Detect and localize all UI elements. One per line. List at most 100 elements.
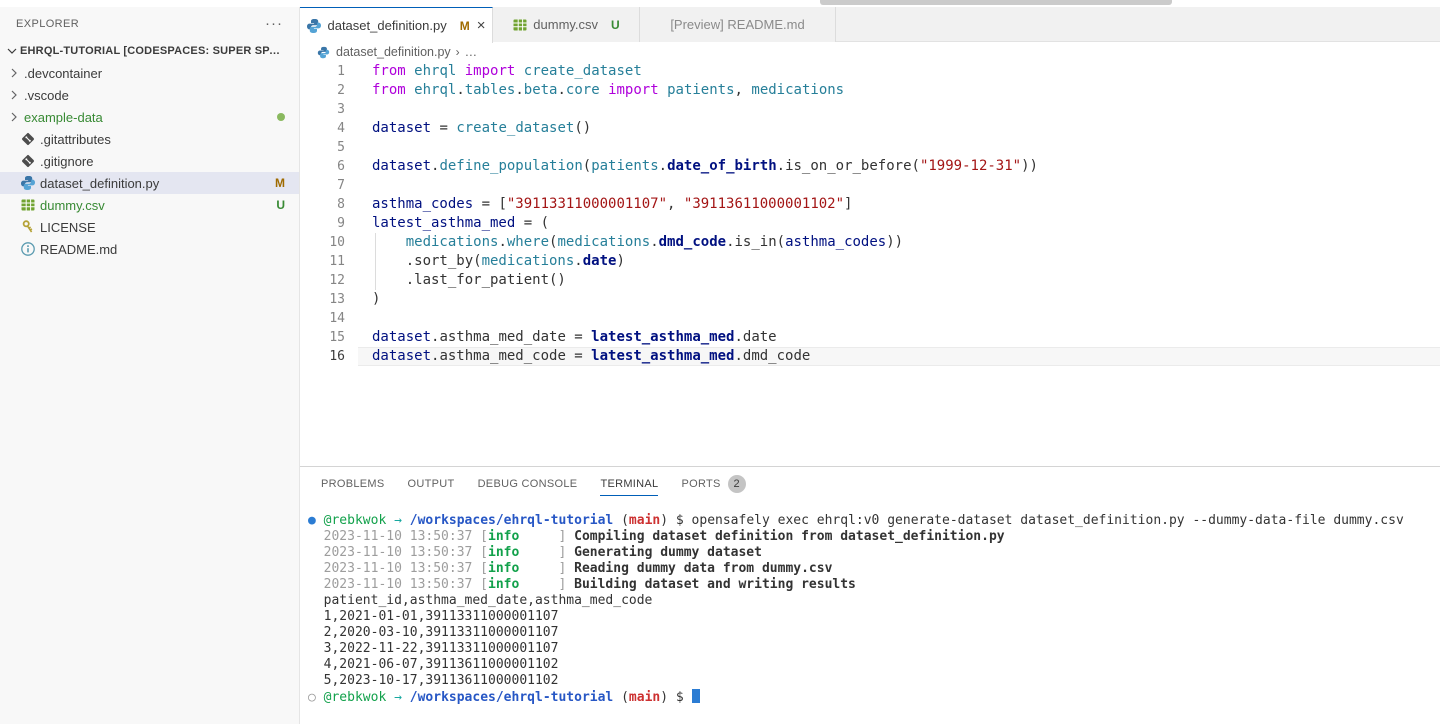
line-number: 3 — [300, 100, 345, 119]
terminal-line: 2,2020-03-10,39113311000001107 — [308, 625, 1440, 641]
line-number: 2 — [300, 81, 345, 100]
panel-tab-label: PROBLEMS — [321, 478, 385, 490]
terminal-line: 4,2021-06-07,39113611000001102 — [308, 657, 1440, 673]
code-line-8[interactable]: 8asthma_codes = ["39113311000001107", "3… — [300, 195, 1440, 214]
git-icon — [20, 131, 36, 147]
breadcrumb-file[interactable]: dataset_definition.py — [336, 45, 451, 59]
breadcrumb[interactable]: dataset_definition.py › … — [300, 42, 1440, 62]
panel-tab-ports[interactable]: PORTS2 — [681, 467, 745, 500]
tab--preview-readme-md[interactable]: [Preview] README.md — [640, 7, 836, 42]
git-status-badge: U — [611, 18, 620, 32]
code-text: medications.where(medications.dmd_code.i… — [358, 233, 1440, 252]
code-line-1[interactable]: 1from ehrql import create_dataset — [300, 62, 1440, 81]
code-line-12[interactable]: 12 .last_for_patient() — [300, 271, 1440, 290]
file-label: .devcontainer — [24, 66, 285, 81]
sidebar-folder--vscode[interactable]: .vscode — [0, 84, 299, 106]
code-line-15[interactable]: 15 dataset.asthma_med_date = latest_asthm… — [300, 328, 1440, 347]
code-line-13[interactable]: 13) — [300, 290, 1440, 309]
line-number: 15 — [300, 328, 345, 347]
explorer-section-header[interactable]: EHRQL-TUTORIAL [CODESPACES: SUPER SPACE … — [0, 40, 299, 62]
panel-tab-terminal[interactable]: TERMINAL — [600, 467, 658, 500]
code-line-10[interactable]: 10 medications.where(medications.dmd_cod… — [300, 233, 1440, 252]
file-label: example-data — [24, 110, 269, 125]
code-line-16[interactable]: 16 dataset.asthma_med_code = latest_asthm… — [300, 347, 1440, 366]
breadcrumb-more[interactable]: … — [465, 45, 478, 59]
line-number: 6 — [300, 157, 345, 176]
panel-tab-debug-console[interactable]: DEBUG CONSOLE — [478, 467, 578, 500]
git-status-badge: U — [276, 198, 285, 212]
breadcrumb-separator: › — [456, 45, 460, 59]
terminal-line: ● @rebkwok → /workspaces/ehrql-tutorial … — [308, 513, 1440, 529]
code-text: dataset.asthma_med_date = latest_asthma_… — [358, 328, 1440, 347]
sidebar-item--gitignore[interactable]: .gitignore — [0, 150, 299, 172]
file-label: dummy.csv — [40, 198, 268, 213]
code-line-11[interactable]: 11 .sort_by(medications.date) — [300, 252, 1440, 271]
git-status-badge: M — [460, 19, 470, 33]
tab-dataset-definition-py[interactable]: dataset_definition.py M × — [300, 7, 493, 43]
editor-tabstrip: dataset_definition.py M × dummy.csv U [Previe… — [300, 7, 1440, 42]
code-text: ) — [358, 290, 1440, 309]
close-icon[interactable]: × — [477, 17, 486, 34]
sidebar-folder-example-data[interactable]: example-data — [0, 106, 299, 128]
code-line-2[interactable]: 2from ehrql.tables.beta.core import pati… — [300, 81, 1440, 100]
chevron-right-icon — [6, 109, 22, 125]
explorer-sidebar: EXPLORER ··· EHRQL-TUTORIAL [CODESPACES:… — [0, 7, 300, 724]
terminal-line: 2023-11-10 13:50:37 [info ] Generating d… — [308, 545, 1440, 561]
git-status-badge: M — [275, 176, 285, 190]
sidebar-item-readme-md[interactable]: README.md — [0, 238, 299, 260]
line-number: 13 — [300, 290, 345, 309]
line-number: 16 — [300, 347, 345, 366]
code-line-14[interactable]: 14 — [300, 309, 1440, 328]
panel-tab-output[interactable]: OUTPUT — [408, 467, 455, 500]
code-line-3[interactable]: 3 — [300, 100, 1440, 119]
explorer-title: EXPLORER — [16, 18, 79, 30]
untracked-changes-dot — [277, 113, 285, 121]
key-icon — [20, 219, 36, 235]
info-icon — [20, 241, 36, 257]
panel-tab-problems[interactable]: PROBLEMS — [321, 467, 385, 500]
tab-label: dataset_definition.py — [327, 18, 446, 33]
python-icon — [20, 175, 36, 191]
sidebar-item-license[interactable]: LICENSE — [0, 216, 299, 238]
editor-group: dataset_definition.py M × dummy.csv U [Previe… — [300, 7, 1440, 466]
file-label: .gitattributes — [40, 132, 285, 147]
terminal-line: ○ @rebkwok → /workspaces/ehrql-tutorial … — [308, 689, 1440, 705]
code-text: dataset.define_population(patients.date_… — [358, 157, 1440, 176]
panel-tabs: PROBLEMS OUTPUT DEBUG CONSOLE TERMINAL PORTS… — [300, 467, 1440, 500]
line-number: 8 — [300, 195, 345, 214]
code-text: dataset.asthma_med_code = latest_asthma_… — [358, 347, 1440, 366]
chevron-down-icon — [4, 43, 20, 59]
line-number: 14 — [300, 309, 345, 328]
terminal-line: 1,2021-01-01,39113311000001107 — [308, 609, 1440, 625]
workspace-folder-label: EHRQL-TUTORIAL [CODESPACES: SUPER SPACE … — [20, 45, 288, 57]
terminal-line: 3,2022-11-22,39113311000001107 — [308, 641, 1440, 657]
code-text: .last_for_patient() — [358, 271, 1440, 290]
indent-guide — [375, 233, 376, 290]
sidebar-item--gitattributes[interactable]: .gitattributes — [0, 128, 299, 150]
window-top-bar — [820, 0, 1172, 5]
tab-dummy-csv[interactable]: dummy.csv U — [493, 7, 640, 42]
code-text — [358, 309, 1440, 328]
line-number: 12 — [300, 271, 345, 290]
file-label: .gitignore — [40, 154, 285, 169]
git-icon — [20, 153, 36, 169]
sidebar-item-dataset-definition-py[interactable]: dataset_definition.pyM — [0, 172, 299, 194]
more-actions-icon[interactable]: ··· — [265, 19, 283, 29]
code-line-9[interactable]: 9 latest_asthma_med = ( — [300, 214, 1440, 233]
panel-tab-label: TERMINAL — [600, 478, 658, 490]
code-line-4[interactable]: 4dataset = create_dataset() — [300, 119, 1440, 138]
sidebar-item-dummy-csv[interactable]: dummy.csv U — [0, 194, 299, 216]
line-number: 9 — [300, 214, 345, 233]
python-icon — [306, 18, 322, 34]
line-number: 7 — [300, 176, 345, 195]
terminal[interactable]: ● @rebkwok → /workspaces/ehrql-tutorial … — [300, 500, 1440, 705]
code-text: latest_asthma_med = ( — [358, 214, 1440, 233]
terminal-line: 5,2023-10-17,39113611000001102 — [308, 673, 1440, 689]
code-editor[interactable]: 1from ehrql import create_dataset2from e… — [300, 62, 1440, 366]
file-list: .devcontainer .vscode example-data .gitattr… — [0, 62, 299, 260]
tab-label: dummy.csv — [533, 17, 598, 32]
code-line-6[interactable]: 6 dataset.define_population(patients.date… — [300, 157, 1440, 176]
code-line-5[interactable]: 5 — [300, 138, 1440, 157]
sidebar-folder--devcontainer[interactable]: .devcontainer — [0, 62, 299, 84]
code-line-7[interactable]: 7 — [300, 176, 1440, 195]
